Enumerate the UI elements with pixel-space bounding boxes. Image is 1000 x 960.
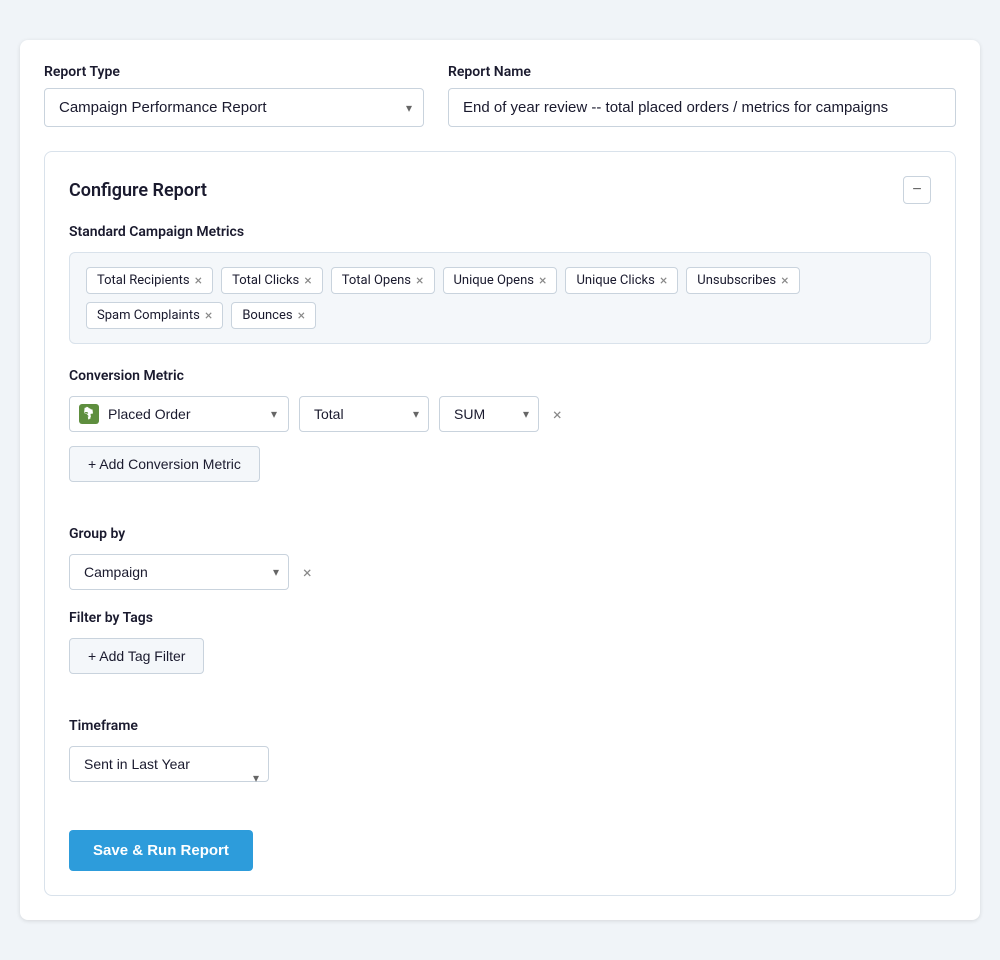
tag-unique-clicks[interactable]: Unique Clicks × [565, 267, 678, 294]
conversion-function-select[interactable]: SUM AVG COUNT [439, 396, 539, 432]
group-by-label: Group by [69, 526, 931, 542]
add-tag-filter-button[interactable]: + Add Tag Filter [69, 638, 204, 674]
tag-spam-complaints[interactable]: Spam Complaints × [86, 302, 223, 329]
group-by-select-wrapper: Campaign Campaign Type List Tag ▾ [69, 554, 289, 590]
page-container: Report Type Campaign Performance Report … [0, 20, 1000, 940]
conversion-metric-row: $ Placed Order ▾ Total Unique ▾ [69, 396, 931, 432]
conversion-function-wrapper: SUM AVG COUNT ▾ [439, 396, 539, 432]
tag-total-opens[interactable]: Total Opens × [331, 267, 435, 294]
add-conversion-label: + Add Conversion Metric [88, 456, 241, 472]
tag-bounces-remove[interactable]: × [298, 309, 305, 323]
tag-total-clicks-label: Total Clicks [232, 273, 299, 288]
tag-unsubscribes-remove[interactable]: × [781, 274, 788, 288]
report-name-label: Report Name [448, 64, 956, 80]
tag-spam-complaints-remove[interactable]: × [205, 309, 212, 323]
conversion-metric-section: Conversion Metric $ Placed Order [69, 368, 931, 506]
tag-bounces-label: Bounces [242, 308, 292, 323]
tag-total-recipients-remove[interactable]: × [195, 274, 202, 288]
group-by-remove-button[interactable]: × [299, 559, 316, 586]
tag-spam-complaints-label: Spam Complaints [97, 308, 200, 323]
configure-title: Configure Report [69, 180, 207, 201]
report-type-label: Report Type [44, 64, 424, 80]
tag-unique-opens-label: Unique Opens [454, 273, 534, 288]
tag-total-opens-remove[interactable]: × [416, 274, 423, 288]
report-name-input[interactable] [448, 88, 956, 127]
collapse-icon: − [912, 181, 921, 199]
tag-total-recipients-label: Total Recipients [97, 273, 190, 288]
metrics-tags-area: Total Recipients × Total Clicks × Total … [69, 252, 931, 344]
placed-order-select-wrapper: $ Placed Order ▾ [69, 396, 289, 432]
tag-total-clicks[interactable]: Total Clicks × [221, 267, 323, 294]
tag-unsubscribes[interactable]: Unsubscribes × [686, 267, 799, 294]
add-conversion-button[interactable]: + Add Conversion Metric [69, 446, 260, 482]
timeframe-section: Timeframe Sent in Last Year Sent in Last… [69, 718, 931, 810]
tag-unique-opens[interactable]: Unique Opens × [443, 267, 558, 294]
filter-by-tags-label: Filter by Tags [69, 610, 931, 626]
collapse-button[interactable]: − [903, 176, 931, 204]
conversion-aggregate-select[interactable]: Total Unique [299, 396, 429, 432]
add-tag-filter-label: + Add Tag Filter [88, 648, 185, 664]
main-card: Report Type Campaign Performance Report … [20, 40, 980, 920]
group-by-section: Group by Campaign Campaign Type List Tag… [69, 526, 931, 590]
report-type-group: Report Type Campaign Performance Report … [44, 64, 424, 127]
standard-metrics-label: Standard Campaign Metrics [69, 224, 931, 240]
configure-card: Configure Report − Standard Campaign Met… [44, 151, 956, 896]
conversion-remove-button[interactable]: × [549, 401, 566, 428]
timeframe-select-wrapper: Sent in Last Year Sent in Last Month Sen… [69, 746, 269, 810]
report-type-select-wrapper: Campaign Performance Report ▾ [44, 88, 424, 127]
conversion-metric-label: Conversion Metric [69, 368, 931, 384]
tag-unique-clicks-remove[interactable]: × [660, 274, 667, 288]
standard-metrics-section: Standard Campaign Metrics Total Recipien… [69, 224, 931, 344]
tag-total-clicks-remove[interactable]: × [304, 274, 311, 288]
group-by-select[interactable]: Campaign Campaign Type List Tag [69, 554, 289, 590]
shopify-icon: $ [79, 404, 99, 424]
tag-bounces[interactable]: Bounces × [231, 302, 316, 329]
top-section: Report Type Campaign Performance Report … [44, 64, 956, 127]
group-by-row: Campaign Campaign Type List Tag ▾ × [69, 554, 931, 590]
tag-total-opens-label: Total Opens [342, 273, 411, 288]
timeframe-select[interactable]: Sent in Last Year Sent in Last Month Sen… [69, 746, 269, 782]
conversion-type-select[interactable]: Placed Order [69, 396, 289, 432]
tag-unique-opens-remove[interactable]: × [539, 274, 546, 288]
tag-unsubscribes-label: Unsubscribes [697, 273, 776, 288]
report-type-select[interactable]: Campaign Performance Report [44, 88, 424, 127]
tag-total-recipients[interactable]: Total Recipients × [86, 267, 213, 294]
filter-by-tags-section: Filter by Tags + Add Tag Filter [69, 610, 931, 698]
save-run-report-button[interactable]: Save & Run Report [69, 830, 253, 871]
save-run-label: Save & Run Report [93, 842, 229, 859]
timeframe-label: Timeframe [69, 718, 931, 734]
conversion-aggregate-wrapper: Total Unique ▾ [299, 396, 429, 432]
report-name-group: Report Name [448, 64, 956, 127]
svg-text:$: $ [84, 411, 89, 420]
configure-header: Configure Report − [69, 176, 931, 204]
tag-unique-clicks-label: Unique Clicks [576, 273, 654, 288]
